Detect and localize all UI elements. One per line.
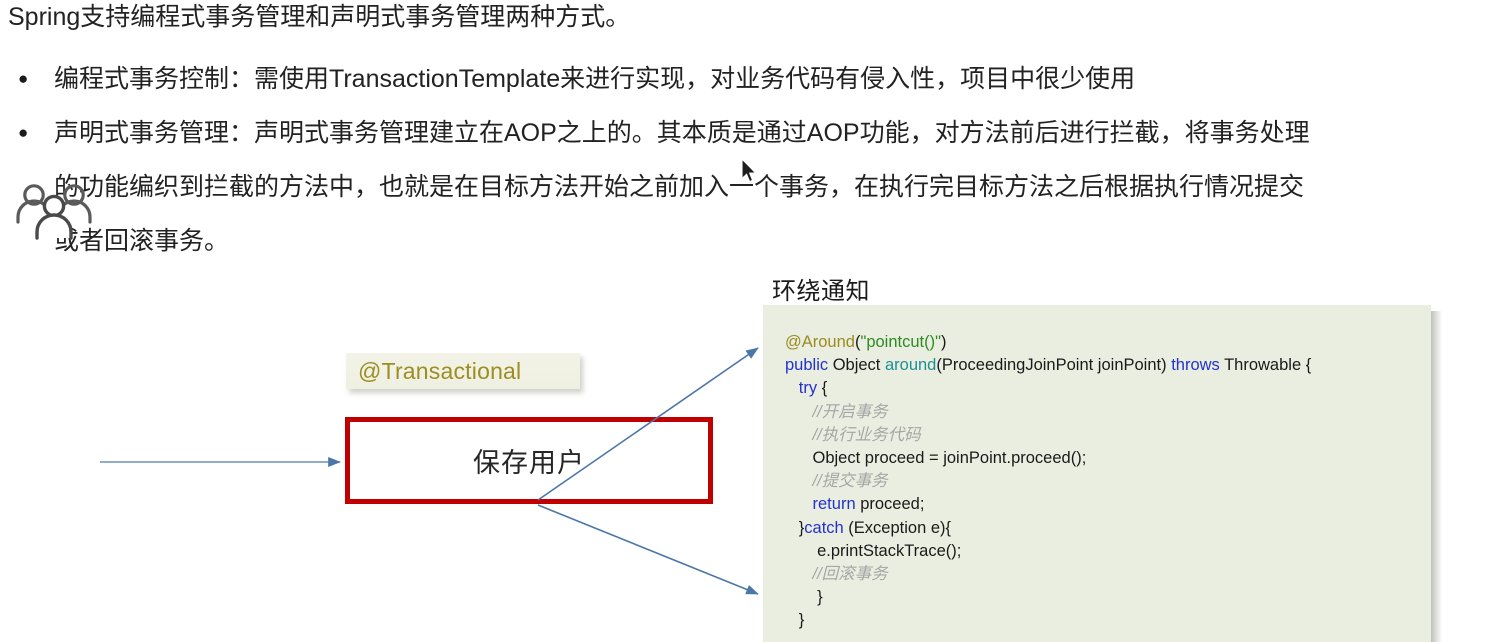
code-token: //执行业务代码 [812, 425, 921, 444]
code-token: around [884, 356, 937, 375]
code-token: public [785, 356, 829, 375]
method-box-save-user: 保存用户 [345, 417, 713, 504]
code-line: //开启事务 [785, 401, 1311, 424]
code-token: //开启事务 [812, 402, 888, 421]
code-token: catch [804, 518, 844, 537]
code-line: public Object around(ProceedingJoinPoint… [785, 354, 1311, 377]
code-token: return [812, 495, 856, 514]
code-panel-around-advice: @Around("pointcut()") public Object aroun… [763, 305, 1431, 642]
bullet-item-declarative: ● 声明式事务管理：声明式事务管理建立在AOP之上的。其本质是通过AOP功能，对… [8, 106, 1504, 268]
transactional-annotation-label: @Transactional [358, 357, 522, 384]
bullet-item-programmatic-text: 编程式事务控制：需使用TransactionTemplate来进行实现，对业务代… [54, 65, 1136, 93]
code-line: } [785, 609, 1311, 632]
around-advice-heading: 环绕通知 [772, 278, 870, 305]
code-token: @Around [785, 333, 855, 351]
code-token: Object [828, 356, 885, 375]
bullet-item-declarative-line3: 或者回滚事务。 [54, 227, 230, 255]
code-line: } [785, 586, 1311, 609]
bullet-item-declarative-line2: 的功能编织到拦截的方法中，也就是在目标方法开始之前加入一个事务，在执行完目标方法… [54, 173, 1305, 201]
slide-canvas: Spring支持编程式事务管理和声明式事务管理两种方式。 ● 编程式事务控制：需… [0, 0, 1508, 642]
code-token: throws [1171, 356, 1220, 375]
code-token: Object proceed = joinPoint.proceed(); [785, 449, 1087, 468]
code-token: Throwable { [1219, 356, 1312, 375]
code-token: proceed; [855, 495, 925, 514]
code-token: (ProceedingJoinPoint joinPoint) [936, 356, 1172, 375]
code-token: e.printStackTrace(); [785, 541, 962, 560]
code-token: //回滚事务 [812, 565, 888, 584]
code-token: //提交事务 [812, 472, 888, 491]
bullet-marker-icon: ● [18, 69, 29, 88]
code-line: }catch (Exception e){ [785, 517, 1311, 540]
bullet-item-programmatic: ● 编程式事务控制：需使用TransactionTemplate来进行实现，对业… [8, 52, 1504, 106]
mouse-cursor-icon [741, 158, 757, 183]
code-line: //提交事务 [785, 470, 1311, 493]
code-line: Object proceed = joinPoint.proceed(); [785, 447, 1311, 470]
code-token: (Exception e){ [843, 518, 952, 537]
method-box-label: 保存用户 [473, 448, 585, 478]
code-line: //执行业务代码 [785, 424, 1311, 447]
code-token: } [785, 518, 805, 537]
code-line: return proceed; [785, 493, 1311, 516]
code-token: try [798, 379, 818, 398]
code-token: } [785, 588, 823, 607]
code-line: @Around("pointcut()") [785, 331, 1311, 354]
bullet-marker-icon: ● [18, 123, 29, 142]
code-line: e.printStackTrace(); [785, 540, 1311, 563]
code-token: { [817, 379, 828, 398]
code-token: ) [940, 333, 947, 351]
code-line: try { [785, 377, 1311, 400]
intro-paragraph: Spring支持编程式事务管理和声明式事务管理两种方式。 [8, 3, 631, 31]
arrow-method-to-code-bottom [537, 504, 759, 595]
people-group-icon [12, 182, 96, 240]
code-token: } [785, 611, 805, 630]
code-line: //回滚事务 [785, 563, 1311, 586]
code-token: "pointcut()" [860, 333, 941, 351]
bullet-item-declarative-line1: 声明式事务管理：声明式事务管理建立在AOP之上的。其本质是通过AOP功能，对方法… [54, 119, 1310, 147]
transactional-annotation-tag: @Transactional [346, 353, 580, 389]
code-body: @Around("pointcut()") public Object aroun… [785, 331, 1311, 633]
